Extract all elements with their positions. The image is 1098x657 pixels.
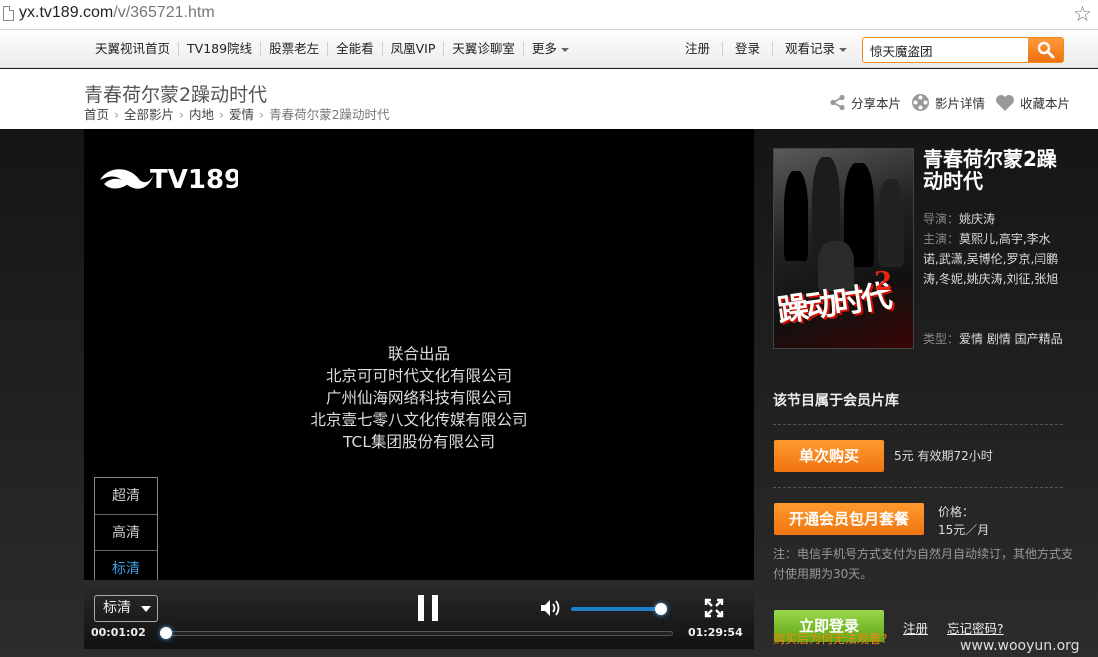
nav-item-home[interactable]: 天翼视讯首页 [90,42,178,56]
breadcrumb: 首页 › 全部影片 › 内地 › 爱情 › 青春荷尔蒙2躁动时代 [84,107,390,122]
price-label: 价格： [938,505,975,519]
breadcrumb-home[interactable]: 首页 [84,107,109,122]
nav-item-allwatch[interactable]: 全能看 [327,42,382,56]
purchase-help-link[interactable]: 购买后为何无法观看? [773,630,887,647]
logo-text: TV189 [150,165,238,194]
url-text[interactable]: yx.tv189.com/v/365721.htm [19,4,215,22]
bookmark-star-icon[interactable]: ☆ [1073,2,1092,26]
register-link[interactable]: 注册 [677,42,722,56]
volume-slider[interactable] [571,607,661,611]
payment-note: 注：电信手机号方式支付为自然月自动续订，其他方式支付使用期为30天。 [773,547,1074,581]
volume-knob[interactable] [655,603,667,615]
address-bar[interactable]: yx.tv189.com/v/365721.htm ☆ [0,0,1098,30]
chevron-down-icon [560,47,569,52]
breadcrumb-region[interactable]: 内地 [189,107,214,122]
divider [773,487,1063,488]
control-bar: 标清 00:01:02 01:29:54 [84,580,754,649]
cast-info: 主演：莫熙儿,高宇,李水诺,武潇,吴博伦,罗京,闫鹏涛,冬妮,姚庆涛,刘征,张旭 [923,232,1059,286]
nav-item-cinema[interactable]: TV189院线 [178,42,260,56]
quality-menu: 超清 高清 标清 [94,477,158,587]
film-reel-icon [912,94,930,111]
seek-bar[interactable] [160,631,673,636]
genre-info: 类型：爱情 剧情 国产精品 [923,332,1063,346]
fullscreen-icon[interactable] [703,597,725,619]
price-value: 15元／月 [938,523,990,537]
nav-item-stocks[interactable]: 股票老左 [260,42,327,56]
monthly-package-button[interactable]: 开通会员包月套餐 [774,503,924,535]
triangle-down-icon [141,606,151,612]
total-time: 01:29:54 [688,626,743,639]
details-button[interactable]: 影片详情 [911,93,985,112]
favorite-button[interactable]: 收藏本片 [995,93,1070,112]
search-box [862,37,1064,63]
single-purchase-desc: 5元 有效期72小时 [894,449,993,463]
pause-button[interactable] [418,595,438,621]
nav-item-more[interactable]: 更多 [522,42,577,56]
search-button[interactable] [1028,38,1063,62]
seek-knob[interactable] [160,627,173,639]
divider [773,424,1063,425]
register-link-panel[interactable]: 注册 [903,618,928,637]
volume-icon[interactable] [540,599,562,617]
watch-history-menu[interactable]: 观看记录 [772,42,859,56]
quality-select[interactable]: 标清 [94,595,158,622]
watermark: www.wooyun.org [960,638,1080,654]
forgot-password-link[interactable]: 忘记密码? [947,618,1004,637]
video-player[interactable]: TV189 联合出品 北京可可时代文化有限公司 广州仙海网络科技有限公司 北京壹… [84,129,754,649]
current-time: 00:01:02 [91,626,146,639]
breadcrumb-current: 青春荷尔蒙2躁动时代 [269,107,390,122]
credits-text: 联合出品 北京可可时代文化有限公司 广州仙海网络科技有限公司 北京壹七零八文化传… [310,345,528,451]
login-link[interactable]: 登录 [722,42,772,56]
share-icon [830,94,845,111]
chevron-down-icon [839,47,848,52]
title-area: 青春荷尔蒙2躁动时代 首页 › 全部影片 › 内地 › 爱情 › 青春荷尔蒙2躁动时代 分享本片… [0,69,1098,129]
member-notice: 该节目属于会员片库 [773,393,899,409]
quality-option-super[interactable]: 超清 [95,478,157,514]
breadcrumb-all[interactable]: 全部影片 [124,107,174,122]
page-title: 青春荷尔蒙2躁动时代 [84,84,268,106]
nav-item-clinic[interactable]: 天翼诊聊室 [443,42,523,56]
share-button[interactable]: 分享本片 [829,93,901,112]
movie-poster[interactable]: 躁动时代 2 [773,148,914,349]
search-icon [1037,41,1055,59]
director-info: 导演：姚庆涛 [923,212,996,226]
top-nav: 天翼视讯首页 TV189院线 股票老左 全能看 凤凰VIP 天翼诊聊室 更多 注… [0,30,1098,68]
search-input[interactable] [863,38,1029,62]
movie-title: 青春荷尔蒙2躁动时代 [923,147,1057,193]
tv189-logo: TV189 [98,162,242,197]
page-icon [3,6,14,21]
nav-item-phoenix-vip[interactable]: 凤凰VIP [381,42,444,56]
heart-icon [996,94,1015,111]
quality-option-high[interactable]: 高清 [95,514,157,550]
single-purchase-button[interactable]: 单次购买 [774,440,884,472]
breadcrumb-genre[interactable]: 爱情 [229,107,254,122]
